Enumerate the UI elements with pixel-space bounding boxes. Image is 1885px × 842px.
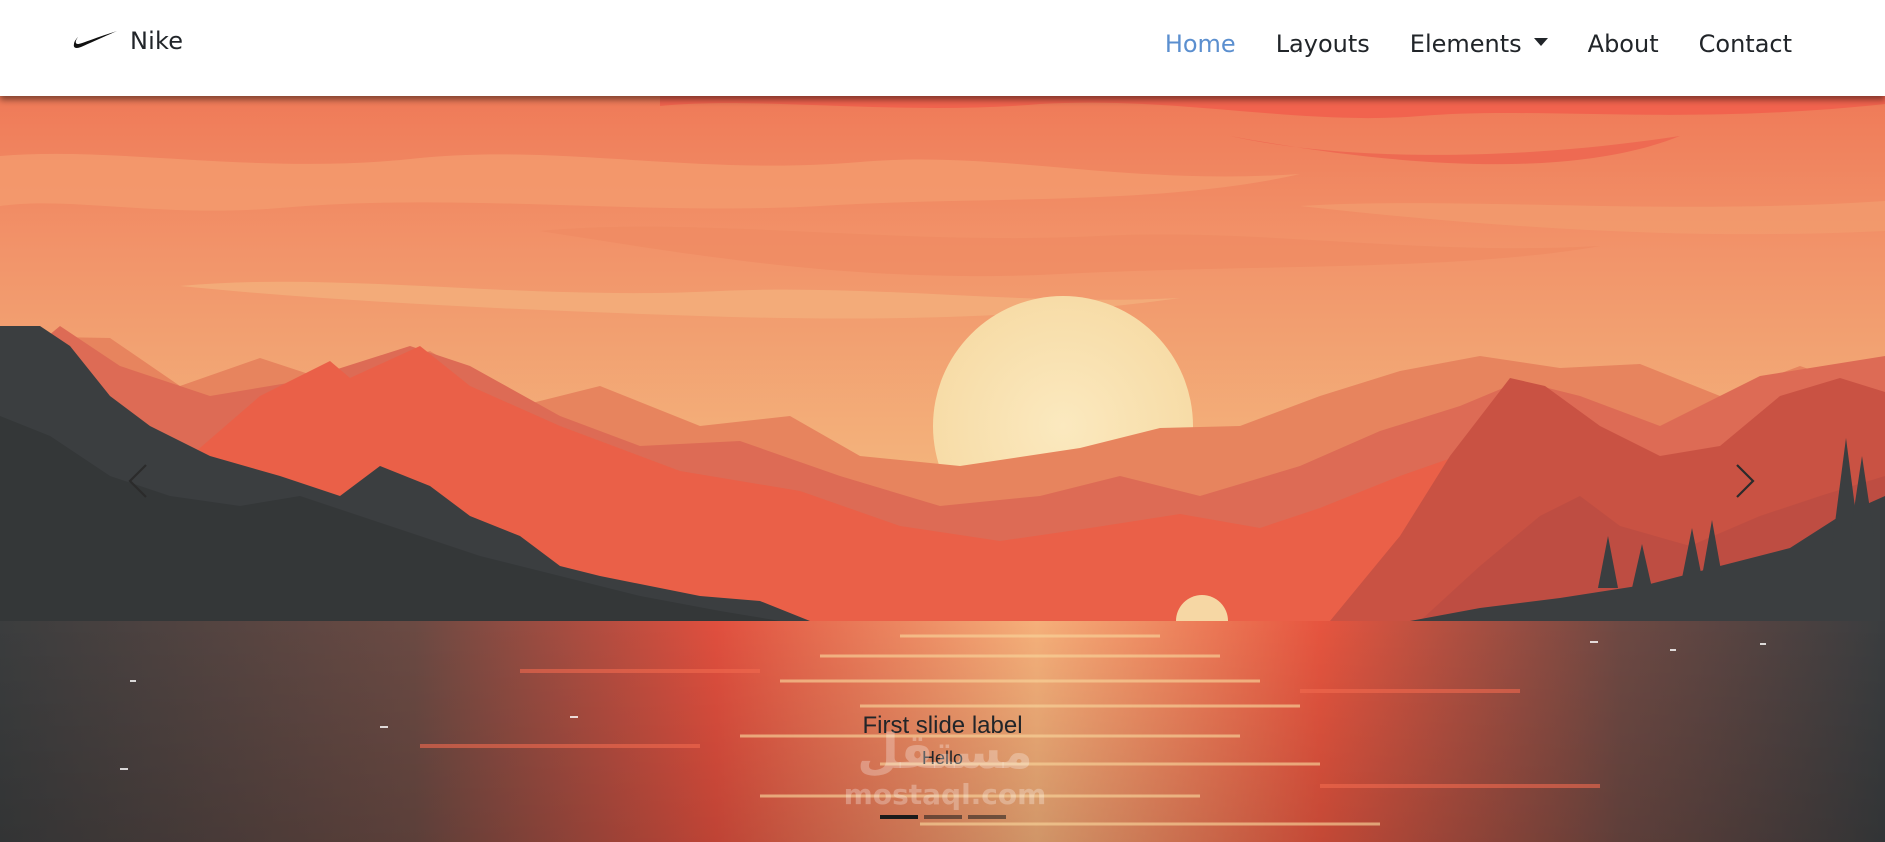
navbar: Nike Home Layouts Elements About Contact <box>0 0 1885 96</box>
nav-link-home[interactable]: Home <box>1165 30 1236 58</box>
caption-title: First slide label <box>862 712 1023 739</box>
hero-carousel: First slide label Hello مستقل mostaql.co… <box>0 96 1885 842</box>
caption-text: Hello <box>921 748 964 768</box>
brand-link[interactable]: Nike <box>72 27 183 55</box>
nav-link-elements[interactable]: Elements <box>1410 30 1548 58</box>
carousel-next-button[interactable] <box>1715 451 1775 511</box>
carousel-indicator-2[interactable] <box>923 815 962 819</box>
brand-name: Nike <box>130 27 184 55</box>
carousel-caption: First slide label Hello <box>0 712 1885 769</box>
caret-down-icon <box>1533 38 1548 46</box>
main-nav: Home Layouts Elements About Contact <box>1125 30 1792 58</box>
chevron-right-icon <box>1736 464 1755 498</box>
carousel-indicator-1[interactable] <box>879 815 918 819</box>
chevron-left-icon <box>128 464 147 498</box>
carousel-prev-button[interactable] <box>108 451 168 511</box>
nav-link-contact[interactable]: Contact <box>1699 30 1792 58</box>
nav-link-about[interactable]: About <box>1588 30 1659 58</box>
carousel-indicators <box>0 815 1885 819</box>
carousel-indicator-3[interactable] <box>967 815 1006 819</box>
nav-link-layouts[interactable]: Layouts <box>1276 30 1370 58</box>
nike-swoosh-icon <box>73 31 117 48</box>
nav-link-elements-label: Elements <box>1409 30 1522 58</box>
